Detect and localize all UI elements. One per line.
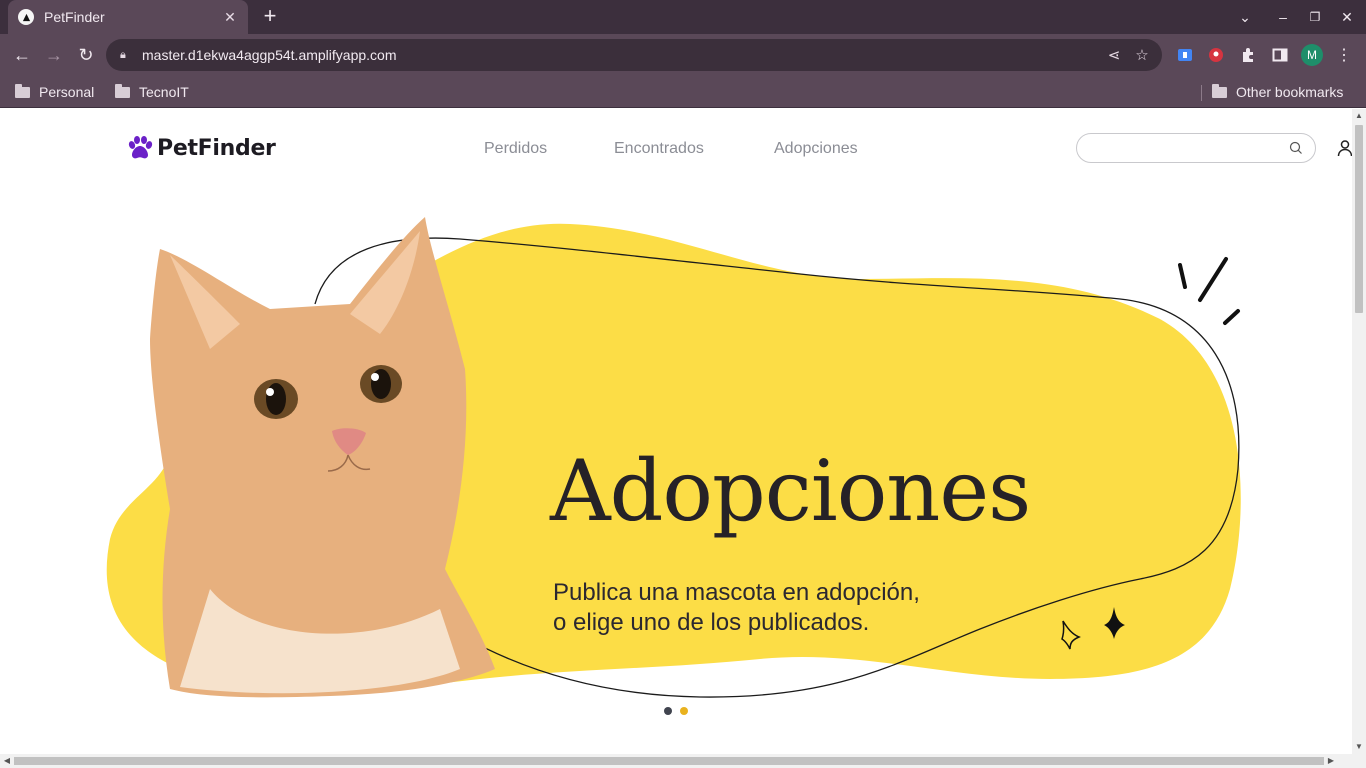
nav-link-adopciones[interactable]: Adopciones [774,140,858,158]
bookmark-folder-tecnoit[interactable]: TecnoIT [115,82,189,102]
browser-menu-icon[interactable]: ⋮ [1334,45,1354,65]
hero-title: Adopciones [550,442,1031,540]
hero-subtitle-line: o elige uno de los publicados. [553,609,870,636]
tab-close-icon[interactable]: ✕ [222,9,238,26]
extensions-puzzle-icon[interactable] [1238,45,1258,65]
sparkle-dash-shape [1223,309,1240,325]
profile-avatar[interactable]: M [1301,44,1323,66]
other-bookmarks-folder[interactable]: Other bookmarks [1212,82,1343,102]
search-icon[interactable] [1289,141,1303,155]
side-panel-icon[interactable] [1270,45,1290,65]
minimize-button[interactable]: – [1272,0,1294,34]
vertical-scroll-thumb[interactable] [1355,125,1363,313]
translate-extension-icon[interactable] [1175,45,1195,65]
location-extension-icon[interactable] [1206,45,1226,65]
reload-button[interactable]: ↻ [72,41,100,69]
scroll-down-arrow-icon[interactable]: ▼ [1352,740,1366,754]
browser-toolbar: ← → ↻ 🔒︎ master.d1ekwa4aggp54t.amplifyap… [0,34,1366,76]
nav-link-perdidos[interactable]: Perdidos [484,140,547,158]
horizontal-scroll-thumb[interactable] [14,757,1324,765]
new-tab-button[interactable]: + [258,4,282,30]
search-input[interactable] [1089,134,1289,162]
sparkle-dash-shape [1198,257,1228,302]
folder-icon [1212,83,1227,98]
search-box [1076,133,1316,163]
hero-subtitle: Publica una mascota en adopción, o elige… [553,578,973,638]
nav-link-encontrados[interactable]: Encontrados [614,140,704,158]
browser-tab-strip: PetFinder ✕ + ⌄ – ❐ ✕ [0,0,1366,34]
bookmarks-divider [1201,85,1202,101]
share-icon[interactable]: ⋖ [1100,46,1128,64]
tab-favicon-icon [18,9,34,25]
folder-icon [115,83,130,98]
scroll-up-arrow-icon[interactable]: ▲ [1352,109,1366,123]
hero-banner: Adopciones Publica una mascota en adopci… [100,209,1250,709]
horizontal-scrollbar[interactable]: ◀ ▶ [0,754,1366,768]
lock-icon: 🔒︎ [120,48,126,61]
url-text[interactable]: master.d1ekwa4aggp54t.amplifyapp.com [142,47,1100,63]
tab-title: PetFinder [44,9,105,25]
other-bookmarks-label: Other bookmarks [1236,84,1344,100]
sparkle-dash-shape [1178,263,1187,289]
page-viewport: PetFinder Perdidos Encontrados Adopcione… [0,109,1352,754]
scroll-right-arrow-icon[interactable]: ▶ [1324,754,1338,768]
address-bar[interactable]: 🔒︎ master.d1ekwa4aggp54t.amplifyapp.com … [106,39,1162,71]
maximize-button[interactable]: ❐ [1304,0,1326,34]
browser-tab[interactable]: PetFinder ✕ [8,0,248,34]
folder-icon [15,83,30,98]
forward-button[interactable]: → [40,41,68,69]
tab-search-icon[interactable]: ⌄ [1233,0,1257,34]
bookmarks-bar: Personal TecnoIT Other bookmarks [0,76,1366,108]
site-logo[interactable]: PetFinder [127,135,276,161]
scroll-left-arrow-icon[interactable]: ◀ [0,754,14,768]
bookmark-folder-personal[interactable]: Personal [15,82,94,102]
brand-name: PetFinder [157,135,276,161]
vertical-scrollbar[interactable]: ▲ ▼ [1352,109,1366,754]
carousel-dot-1[interactable] [664,707,672,715]
user-account-icon[interactable] [1336,139,1352,157]
bookmark-label: Personal [39,84,95,100]
back-button[interactable]: ← [8,41,36,69]
bookmark-label: TecnoIT [139,84,189,100]
window-close-button[interactable]: ✕ [1336,0,1358,34]
hero-subtitle-line: Publica una mascota en adopción, [553,579,920,606]
bookmark-star-icon[interactable]: ☆ [1128,46,1156,64]
carousel-dot-2-active[interactable] [680,707,688,715]
paw-icon [128,136,153,159]
